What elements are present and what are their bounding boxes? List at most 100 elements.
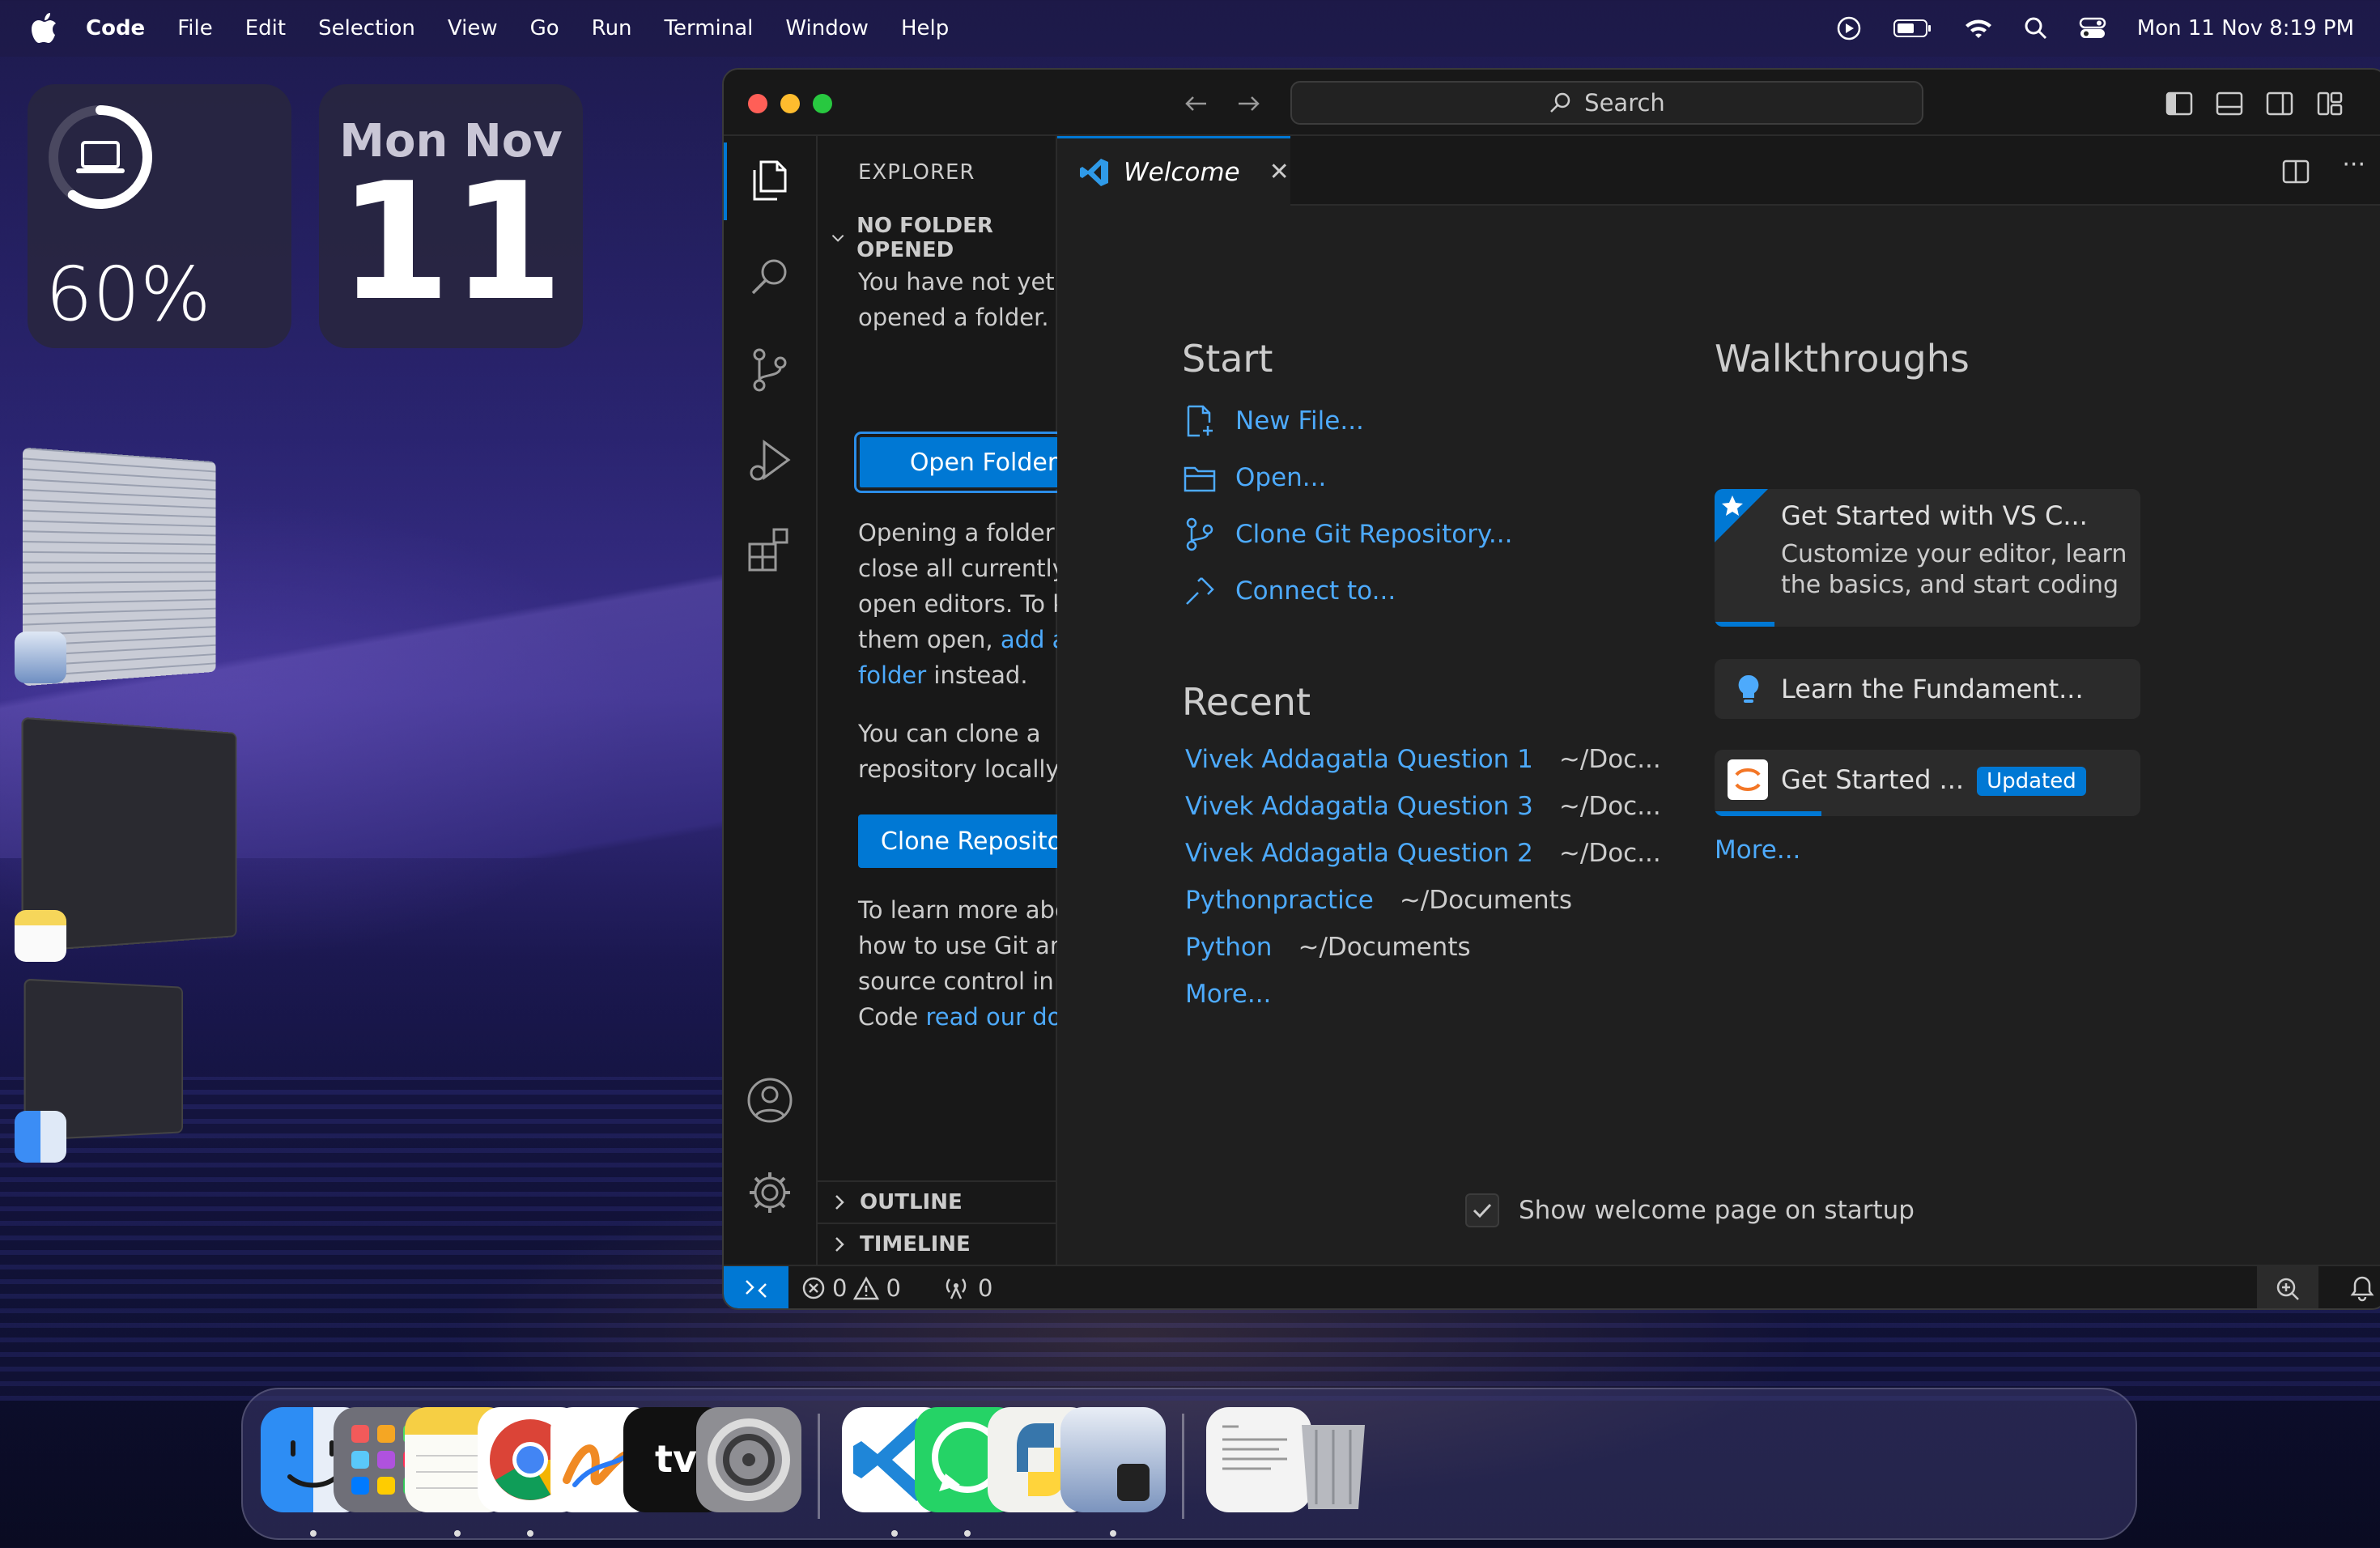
toggle-secondary-sidebar-icon[interactable]: [2265, 89, 2294, 118]
ports-indicator[interactable]: 0: [942, 1274, 992, 1302]
walkthroughs-more-link[interactable]: More...: [1715, 836, 1800, 865]
tab-welcome[interactable]: Welcome ✕: [1057, 136, 1290, 206]
chevron-right-icon: [831, 1193, 848, 1211]
explorer-title: EXPLORER: [858, 160, 975, 185]
search-icon: [1549, 91, 1573, 115]
menu-terminal[interactable]: Terminal: [665, 16, 754, 40]
menu-run[interactable]: Run: [592, 16, 632, 40]
recent-item-name[interactable]: Pythonpractice: [1185, 886, 1374, 915]
menu-selection[interactable]: Selection: [318, 16, 415, 40]
split-editor-icon[interactable]: [2281, 157, 2310, 186]
toggle-primary-sidebar-icon[interactable]: [2165, 89, 2194, 118]
control-center-icon[interactable]: [2079, 16, 2106, 40]
close-window-button[interactable]: [748, 94, 767, 113]
screen-recording-icon[interactable]: [1836, 15, 1862, 41]
recent-item[interactable]: Pythonpractice ~/Documents: [1185, 886, 1572, 915]
tab-close-icon[interactable]: ✕: [1269, 158, 1290, 186]
search-view-icon[interactable]: [745, 253, 795, 303]
toggle-panel-icon[interactable]: [2215, 89, 2244, 118]
zoom-window-button[interactable]: [813, 94, 832, 113]
explorer-files-icon[interactable]: [745, 155, 795, 206]
section-timeline[interactable]: TIMELINE: [831, 1232, 971, 1257]
menu-file[interactable]: File: [177, 16, 213, 40]
customize-layout-icon[interactable]: [2315, 89, 2344, 118]
dock-system-settings-icon[interactable]: [696, 1407, 801, 1512]
dock-running-indicator: [454, 1530, 461, 1537]
editor-more-actions[interactable]: ···: [2342, 151, 2365, 179]
tab-bar: Welcome ✕ ···: [1057, 136, 2380, 206]
calendar-widget[interactable]: Mon Nov 11: [319, 84, 583, 348]
walkthrough-title: Get Started with VS C...: [1781, 500, 2088, 531]
notifications-bell-icon[interactable]: [2349, 1274, 2375, 1302]
preview-app-icon[interactable]: [15, 632, 66, 683]
show-on-startup-label: Show welcome page on startup: [1519, 1196, 1915, 1225]
walkthrough-progress: [1715, 811, 1821, 816]
menu-app-name[interactable]: Code: [86, 16, 145, 40]
recent-item[interactable]: Python ~/Documents: [1185, 933, 1471, 962]
zoom-in-icon: [2275, 1276, 2301, 1302]
minimize-window-button[interactable]: [780, 94, 800, 113]
dock-preview-icon[interactable]: [1060, 1407, 1166, 1512]
remote-indicator[interactable]: [724, 1266, 788, 1310]
section-outline-label: OUTLINE: [860, 1190, 963, 1214]
walkthroughs-heading: Walkthroughs: [1715, 337, 1970, 381]
zoom-indicator[interactable]: [2257, 1266, 2318, 1310]
menu-edit[interactable]: Edit: [245, 16, 286, 40]
menu-view[interactable]: View: [448, 16, 498, 40]
notes-app-icon[interactable]: [15, 910, 66, 962]
walkthrough-title-row: Get Started ... Updated: [1781, 764, 2086, 796]
run-debug-icon[interactable]: [745, 436, 795, 486]
spotlight-search-icon[interactable]: [2024, 16, 2048, 40]
battery-widget[interactable]: 60%: [28, 84, 291, 348]
section-no-folder-opened[interactable]: NO FOLDER OPENED: [831, 214, 1056, 262]
walkthrough-card-jupyter[interactable]: Get Started ... Updated: [1715, 750, 2140, 816]
problems-indicator[interactable]: 0 0: [801, 1274, 901, 1302]
dock-running-indicator: [527, 1530, 533, 1537]
recent-item[interactable]: Vivek Addagatla Question 3 ~/Doc...: [1185, 792, 1661, 821]
git-branch-icon: [1182, 517, 1218, 552]
apple-logo-icon[interactable]: [31, 12, 58, 45]
dock-trash-icon[interactable]: [1281, 1407, 1386, 1512]
recent-item-name[interactable]: Vivek Addagatla Question 3: [1185, 792, 1533, 821]
new-file-label: New File...: [1235, 406, 1364, 436]
recent-item[interactable]: Vivek Addagatla Question 1 ~/Doc...: [1185, 745, 1661, 774]
recent-item[interactable]: Vivek Addagatla Question 2 ~/Doc...: [1185, 839, 1661, 868]
dock-running-indicator: [1110, 1530, 1116, 1537]
title-bar: Search: [724, 70, 2380, 136]
new-file-link[interactable]: New File...: [1182, 403, 1364, 439]
show-on-startup-checkbox[interactable]: [1465, 1193, 1499, 1227]
connect-to-link[interactable]: Connect to...: [1182, 573, 1396, 609]
recent-item-name[interactable]: Python: [1185, 933, 1272, 962]
recent-item-name[interactable]: Vivek Addagatla Question 2: [1185, 839, 1533, 868]
command-center-search[interactable]: Search: [1290, 81, 1923, 125]
section-outline[interactable]: OUTLINE: [831, 1190, 963, 1214]
active-indicator: [724, 142, 727, 220]
menu-window[interactable]: Window: [785, 16, 869, 40]
dock-separator: [1182, 1414, 1184, 1519]
updated-badge: Updated: [1977, 767, 2086, 796]
menu-go[interactable]: Go: [530, 16, 559, 40]
battery-icon[interactable]: [1893, 17, 1933, 40]
recent-more-link[interactable]: More...: [1185, 980, 1271, 1009]
menu-help[interactable]: Help: [901, 16, 949, 40]
walkthrough-card-fundamentals[interactable]: Learn the Fundament...: [1715, 659, 2140, 719]
section-no-folder-label: NO FOLDER OPENED: [856, 214, 1056, 262]
open-link[interactable]: Open...: [1182, 460, 1326, 495]
clone-git-link[interactable]: Clone Git Repository...: [1182, 517, 1512, 552]
back-arrow-icon[interactable]: [1182, 89, 1211, 118]
recent-item-name[interactable]: Vivek Addagatla Question 1: [1185, 745, 1533, 774]
section-timeline-label: TIMELINE: [860, 1232, 971, 1257]
extensions-icon[interactable]: [745, 525, 795, 575]
wifi-icon[interactable]: [1964, 17, 1993, 40]
recent-item-path: ~/Documents: [1400, 886, 1572, 915]
walkthrough-card-get-started-vscode[interactable]: Get Started with VS C... Customize your …: [1715, 489, 2140, 627]
menubar-clock[interactable]: Mon 11 Nov 8:19 PM: [2137, 16, 2354, 40]
settings-gear-icon[interactable]: [745, 1167, 795, 1218]
tab-welcome-label: Welcome: [1124, 158, 1240, 187]
accounts-icon[interactable]: [745, 1075, 795, 1125]
clone-git-label: Clone Git Repository...: [1235, 520, 1512, 549]
source-control-icon[interactable]: [745, 345, 795, 395]
show-on-startup[interactable]: Show welcome page on startup: [1465, 1193, 1915, 1227]
forward-arrow-icon[interactable]: [1234, 89, 1263, 118]
finder-app-icon[interactable]: [15, 1111, 66, 1163]
